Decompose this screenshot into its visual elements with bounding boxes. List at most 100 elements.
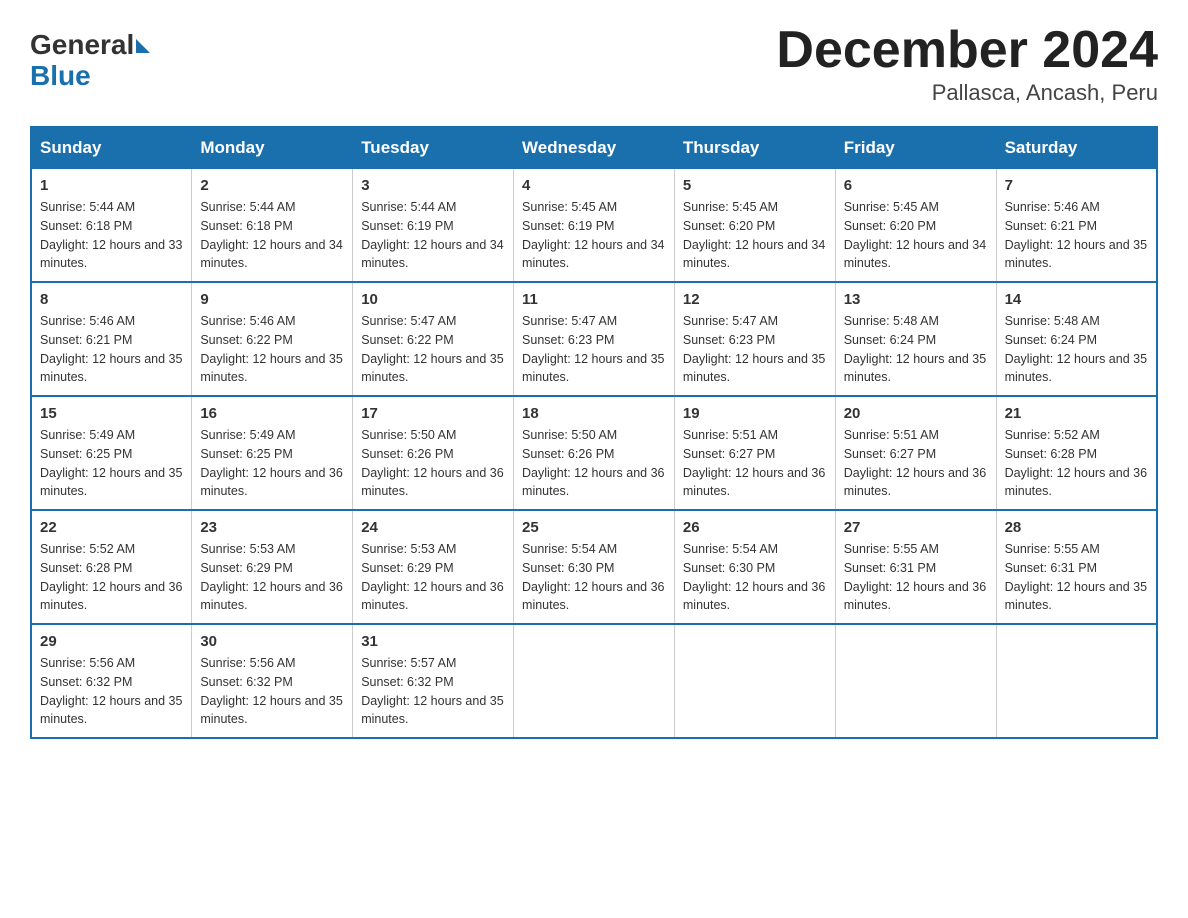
logo: General Blue [30,30,150,92]
day-number: 13 [844,291,988,308]
day-number: 28 [1005,519,1148,536]
day-number: 5 [683,177,827,194]
day-info: Sunrise: 5:44 AMSunset: 6:19 PMDaylight:… [361,198,505,273]
calendar-day-cell: 5 Sunrise: 5:45 AMSunset: 6:20 PMDayligh… [674,169,835,283]
day-info: Sunrise: 5:46 AMSunset: 6:21 PMDaylight:… [1005,198,1148,273]
calendar-week-row: 29 Sunrise: 5:56 AMSunset: 6:32 PMDaylig… [31,624,1157,738]
day-info: Sunrise: 5:55 AMSunset: 6:31 PMDaylight:… [1005,540,1148,615]
calendar-day-cell: 22 Sunrise: 5:52 AMSunset: 6:28 PMDaylig… [31,510,192,624]
day-number: 6 [844,177,988,194]
day-info: Sunrise: 5:50 AMSunset: 6:26 PMDaylight:… [361,426,505,501]
logo-general-text: General [30,30,134,61]
day-info: Sunrise: 5:56 AMSunset: 6:32 PMDaylight:… [200,654,344,729]
calendar-day-cell: 21 Sunrise: 5:52 AMSunset: 6:28 PMDaylig… [996,396,1157,510]
calendar-day-cell: 15 Sunrise: 5:49 AMSunset: 6:25 PMDaylig… [31,396,192,510]
calendar-day-cell: 3 Sunrise: 5:44 AMSunset: 6:19 PMDayligh… [353,169,514,283]
calendar-week-row: 15 Sunrise: 5:49 AMSunset: 6:25 PMDaylig… [31,396,1157,510]
day-info: Sunrise: 5:47 AMSunset: 6:23 PMDaylight:… [522,312,666,387]
calendar-day-cell [674,624,835,738]
col-wednesday: Wednesday [514,127,675,169]
day-number: 30 [200,633,344,650]
col-tuesday: Tuesday [353,127,514,169]
col-monday: Monday [192,127,353,169]
day-info: Sunrise: 5:48 AMSunset: 6:24 PMDaylight:… [844,312,988,387]
calendar-day-cell: 20 Sunrise: 5:51 AMSunset: 6:27 PMDaylig… [835,396,996,510]
day-number: 23 [200,519,344,536]
day-info: Sunrise: 5:56 AMSunset: 6:32 PMDaylight:… [40,654,183,729]
calendar-day-cell [514,624,675,738]
logo-triangle-icon [136,39,150,53]
calendar-day-cell: 24 Sunrise: 5:53 AMSunset: 6:29 PMDaylig… [353,510,514,624]
day-number: 15 [40,405,183,422]
day-info: Sunrise: 5:44 AMSunset: 6:18 PMDaylight:… [40,198,183,273]
calendar-day-cell: 27 Sunrise: 5:55 AMSunset: 6:31 PMDaylig… [835,510,996,624]
calendar-subtitle: Pallasca, Ancash, Peru [776,80,1158,106]
day-info: Sunrise: 5:46 AMSunset: 6:21 PMDaylight:… [40,312,183,387]
calendar-table: Sunday Monday Tuesday Wednesday Thursday… [30,126,1158,739]
day-info: Sunrise: 5:48 AMSunset: 6:24 PMDaylight:… [1005,312,1148,387]
day-info: Sunrise: 5:49 AMSunset: 6:25 PMDaylight:… [200,426,344,501]
calendar-day-cell: 25 Sunrise: 5:54 AMSunset: 6:30 PMDaylig… [514,510,675,624]
calendar-day-cell: 12 Sunrise: 5:47 AMSunset: 6:23 PMDaylig… [674,282,835,396]
day-info: Sunrise: 5:51 AMSunset: 6:27 PMDaylight:… [683,426,827,501]
calendar-day-cell: 16 Sunrise: 5:49 AMSunset: 6:25 PMDaylig… [192,396,353,510]
day-info: Sunrise: 5:45 AMSunset: 6:19 PMDaylight:… [522,198,666,273]
day-number: 8 [40,291,183,308]
day-number: 21 [1005,405,1148,422]
calendar-day-cell: 30 Sunrise: 5:56 AMSunset: 6:32 PMDaylig… [192,624,353,738]
calendar-day-cell: 7 Sunrise: 5:46 AMSunset: 6:21 PMDayligh… [996,169,1157,283]
calendar-day-cell: 26 Sunrise: 5:54 AMSunset: 6:30 PMDaylig… [674,510,835,624]
calendar-header: Sunday Monday Tuesday Wednesday Thursday… [31,127,1157,169]
calendar-title: December 2024 [776,20,1158,80]
calendar-day-cell: 13 Sunrise: 5:48 AMSunset: 6:24 PMDaylig… [835,282,996,396]
calendar-day-cell: 14 Sunrise: 5:48 AMSunset: 6:24 PMDaylig… [996,282,1157,396]
day-info: Sunrise: 5:54 AMSunset: 6:30 PMDaylight:… [683,540,827,615]
day-info: Sunrise: 5:55 AMSunset: 6:31 PMDaylight:… [844,540,988,615]
day-number: 22 [40,519,183,536]
day-number: 31 [361,633,505,650]
day-number: 3 [361,177,505,194]
day-info: Sunrise: 5:51 AMSunset: 6:27 PMDaylight:… [844,426,988,501]
calendar-week-row: 22 Sunrise: 5:52 AMSunset: 6:28 PMDaylig… [31,510,1157,624]
day-number: 27 [844,519,988,536]
col-friday: Friday [835,127,996,169]
day-info: Sunrise: 5:47 AMSunset: 6:22 PMDaylight:… [361,312,505,387]
day-number: 10 [361,291,505,308]
day-number: 1 [40,177,183,194]
day-info: Sunrise: 5:50 AMSunset: 6:26 PMDaylight:… [522,426,666,501]
calendar-day-cell: 9 Sunrise: 5:46 AMSunset: 6:22 PMDayligh… [192,282,353,396]
calendar-day-cell: 11 Sunrise: 5:47 AMSunset: 6:23 PMDaylig… [514,282,675,396]
calendar-day-cell: 31 Sunrise: 5:57 AMSunset: 6:32 PMDaylig… [353,624,514,738]
day-info: Sunrise: 5:54 AMSunset: 6:30 PMDaylight:… [522,540,666,615]
calendar-day-cell: 29 Sunrise: 5:56 AMSunset: 6:32 PMDaylig… [31,624,192,738]
day-number: 12 [683,291,827,308]
calendar-day-cell [996,624,1157,738]
day-number: 24 [361,519,505,536]
calendar-day-cell: 23 Sunrise: 5:53 AMSunset: 6:29 PMDaylig… [192,510,353,624]
day-info: Sunrise: 5:57 AMSunset: 6:32 PMDaylight:… [361,654,505,729]
day-number: 17 [361,405,505,422]
logo-blue-text: Blue [30,61,150,92]
day-number: 14 [1005,291,1148,308]
day-number: 20 [844,405,988,422]
day-info: Sunrise: 5:45 AMSunset: 6:20 PMDaylight:… [683,198,827,273]
days-of-week-row: Sunday Monday Tuesday Wednesday Thursday… [31,127,1157,169]
calendar-day-cell: 4 Sunrise: 5:45 AMSunset: 6:19 PMDayligh… [514,169,675,283]
calendar-day-cell: 28 Sunrise: 5:55 AMSunset: 6:31 PMDaylig… [996,510,1157,624]
calendar-day-cell: 2 Sunrise: 5:44 AMSunset: 6:18 PMDayligh… [192,169,353,283]
col-thursday: Thursday [674,127,835,169]
day-info: Sunrise: 5:44 AMSunset: 6:18 PMDaylight:… [200,198,344,273]
calendar-day-cell: 10 Sunrise: 5:47 AMSunset: 6:22 PMDaylig… [353,282,514,396]
calendar-week-row: 1 Sunrise: 5:44 AMSunset: 6:18 PMDayligh… [31,169,1157,283]
col-sunday: Sunday [31,127,192,169]
col-saturday: Saturday [996,127,1157,169]
calendar-day-cell: 8 Sunrise: 5:46 AMSunset: 6:21 PMDayligh… [31,282,192,396]
day-number: 18 [522,405,666,422]
day-number: 2 [200,177,344,194]
page-header: General Blue December 2024 Pallasca, Anc… [30,20,1158,106]
day-info: Sunrise: 5:52 AMSunset: 6:28 PMDaylight:… [1005,426,1148,501]
calendar-week-row: 8 Sunrise: 5:46 AMSunset: 6:21 PMDayligh… [31,282,1157,396]
calendar-day-cell [835,624,996,738]
day-number: 29 [40,633,183,650]
day-info: Sunrise: 5:46 AMSunset: 6:22 PMDaylight:… [200,312,344,387]
